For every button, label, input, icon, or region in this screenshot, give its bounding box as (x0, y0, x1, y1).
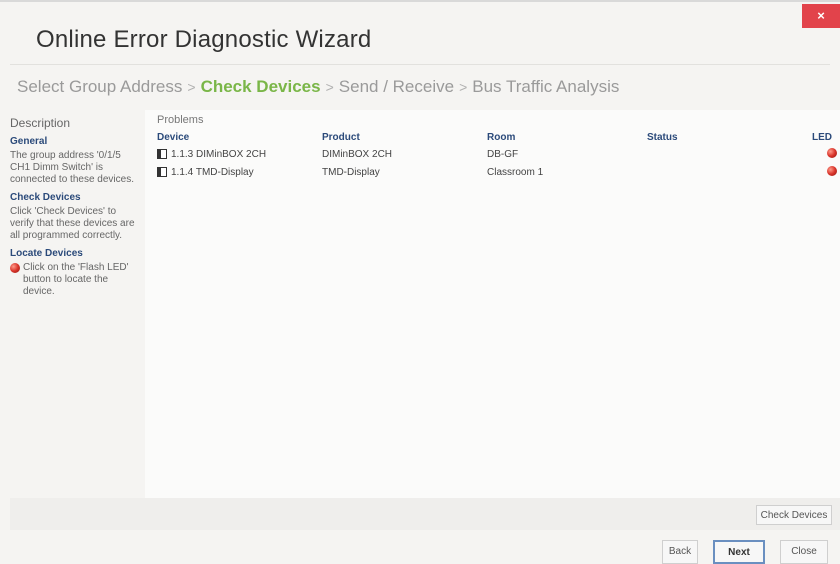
breadcrumb-separator: > (187, 79, 196, 95)
table-row[interactable]: 1.1.3 DIMinBOX 2CH DIMinBOX 2CH DB-GF (157, 145, 837, 163)
led-cell (812, 163, 837, 181)
check-devices-button[interactable]: Check Devices (756, 505, 832, 525)
column-header-device[interactable]: Device (157, 130, 322, 145)
product-cell: DIMinBOX 2CH (322, 148, 393, 160)
breadcrumb-step-check-devices[interactable]: Check Devices (201, 77, 321, 96)
device-name: 1.1.3 DIMinBOX 2CH (171, 148, 267, 160)
locate-devices-section-text: Click on the 'Flash LED' button to locat… (23, 262, 129, 297)
flash-led-icon[interactable] (827, 148, 837, 158)
general-section-text: The group address '0/1/5 CH1 Dimm Switch… (10, 150, 134, 185)
device-cell: 1.1.4 TMD-Display (157, 163, 322, 181)
device-icon (157, 166, 167, 177)
device-icon (157, 148, 167, 159)
sidebar-heading: Description (10, 116, 71, 130)
red-led-icon (10, 263, 20, 273)
breadcrumb-step-send-receive[interactable]: Send / Receive (339, 77, 454, 96)
check-devices-section-text: Click 'Check Devices' to verify that the… (10, 206, 135, 241)
device-name: 1.1.4 TMD-Display (171, 166, 254, 178)
column-header-led[interactable]: LED (812, 130, 837, 145)
action-strip (10, 498, 840, 530)
table-row[interactable]: 1.1.4 TMD-Display TMD-Display Classroom … (157, 163, 837, 181)
column-header-status[interactable]: Status (647, 130, 812, 145)
status-cell (647, 145, 812, 163)
column-header-room[interactable]: Room (487, 130, 647, 145)
description-sidebar: Description General The group address '0… (10, 112, 138, 496)
column-header-product[interactable]: Product (322, 130, 487, 145)
window-close-button[interactable]: × (802, 4, 840, 28)
locate-devices-section-title: Locate Devices (10, 248, 83, 259)
room-cell: Classroom 1 (487, 166, 544, 178)
close-button[interactable]: Close (780, 540, 828, 564)
breadcrumb-step-bus-traffic-analysis[interactable]: Bus Traffic Analysis (472, 77, 619, 96)
device-cell: 1.1.3 DIMinBOX 2CH (157, 145, 322, 163)
devices-table: Device Product Room Status LED 1.1.3 DIM… (157, 130, 837, 181)
wizard-window: × Online Error Diagnostic Wizard Select … (0, 0, 840, 564)
back-button[interactable]: Back (662, 540, 698, 564)
next-button[interactable]: Next (713, 540, 765, 564)
problems-label: Problems (157, 114, 204, 126)
led-cell (812, 145, 837, 163)
breadcrumb-separator: > (325, 79, 334, 95)
breadcrumb-separator: > (459, 79, 468, 95)
problems-panel: Problems Device Product Room Status LED … (145, 110, 840, 498)
general-section-title: General (10, 136, 48, 147)
wizard-title: Online Error Diagnostic Wizard (36, 26, 372, 53)
status-cell (647, 163, 812, 181)
wizard-breadcrumb: Select Group Address > Check Devices > Send … (17, 77, 619, 97)
table-header-row: Device Product Room Status LED (157, 130, 837, 145)
check-devices-section-title: Check Devices (10, 192, 81, 203)
room-cell: DB-GF (487, 148, 519, 160)
product-cell: TMD-Display (322, 166, 380, 178)
flash-led-icon[interactable] (827, 166, 837, 176)
window-top-border (0, 0, 840, 2)
locate-devices-row: Click on the 'Flash LED' button to locat… (10, 262, 138, 298)
breadcrumb-step-select-group-address[interactable]: Select Group Address (17, 77, 182, 96)
title-divider (10, 64, 830, 65)
